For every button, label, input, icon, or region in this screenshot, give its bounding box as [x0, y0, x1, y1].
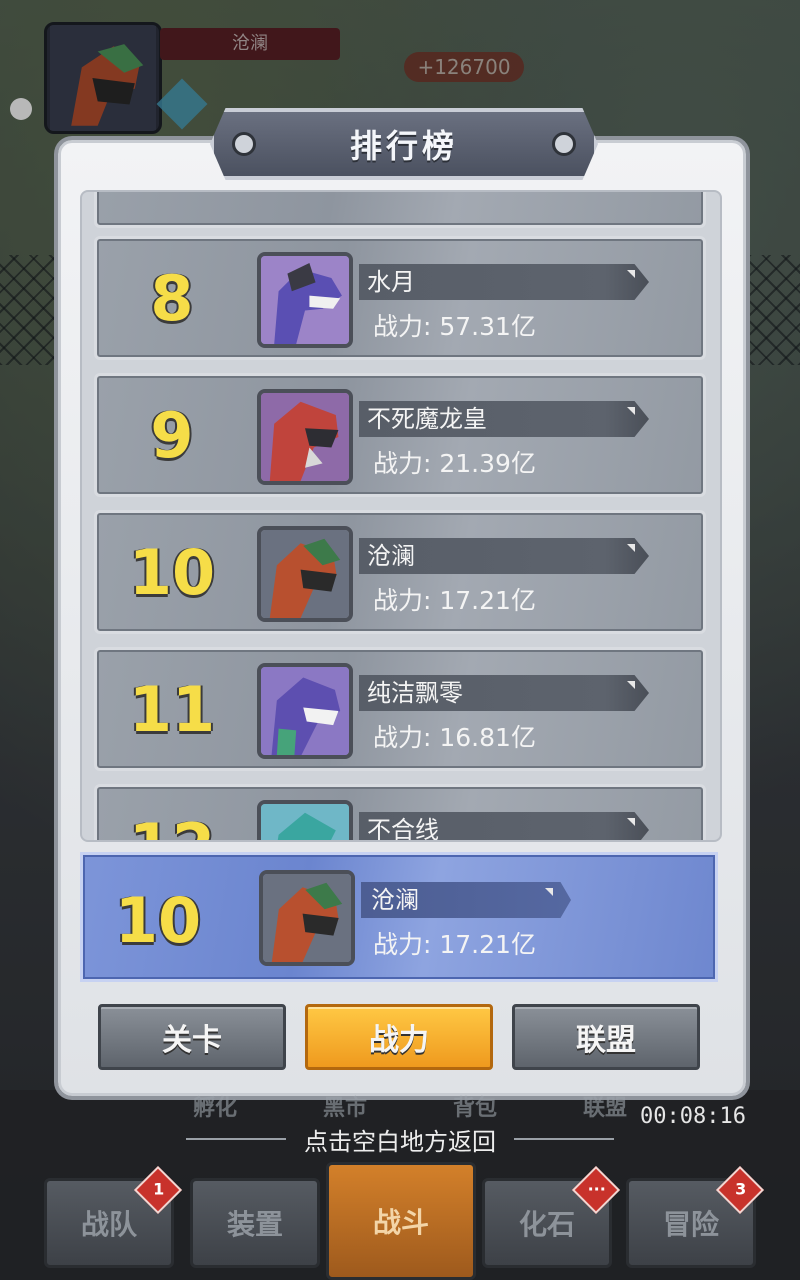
- divider: [186, 1138, 286, 1140]
- rank-number: 12: [97, 787, 247, 841]
- rank-number: 10: [128, 535, 216, 609]
- dinosaur-portrait-icon: [261, 667, 349, 755]
- ranking-row[interactable]: 12 不合线: [94, 784, 706, 842]
- dinosaur-portrait-icon: [261, 256, 349, 344]
- ranking-tabs: 关卡 战力 联盟: [98, 1004, 700, 1072]
- menu-black-market: 黑市: [322, 1096, 367, 1121]
- combat-power: 战力: 17.21亿: [373, 586, 536, 615]
- nav-label: 冒险: [662, 1208, 719, 1241]
- corner-tick-icon: [627, 270, 635, 278]
- nav-fossil[interactable]: 化石 ···: [482, 1165, 621, 1268]
- nav-label: 装置: [226, 1208, 283, 1241]
- my-avatar[interactable]: [259, 870, 355, 966]
- menu-bag: 背包: [452, 1096, 497, 1121]
- nav-team[interactable]: 战队 1: [44, 1165, 183, 1268]
- corner-tick-icon: [627, 407, 635, 415]
- notification-badge: ···: [571, 1165, 621, 1215]
- dinosaur-portrait-icon: [261, 804, 349, 840]
- leaderboard-title: 排行榜: [349, 127, 458, 165]
- nav-label: 化石: [518, 1208, 575, 1241]
- my-name: 沧澜: [371, 886, 419, 914]
- tab-stage[interactable]: 关卡: [98, 1004, 286, 1070]
- ranking-row[interactable]: [94, 192, 706, 228]
- bolt-icon: [552, 132, 576, 156]
- nav-label: 战斗: [372, 1206, 429, 1239]
- player-avatar[interactable]: [257, 800, 353, 840]
- nav-device[interactable]: 装置: [190, 1178, 320, 1268]
- ranking-list[interactable]: 8 水月 战力: 57.31亿 9 不死魔龙皇 战力: 21.39亿 10 沧澜…: [80, 190, 722, 842]
- notification-badge: 3: [715, 1165, 765, 1215]
- player-name: 纯洁飘零: [367, 679, 463, 707]
- my-combat-power: 战力: 17.21亿: [373, 930, 536, 959]
- rank-number: 8: [150, 261, 194, 335]
- menu-alliance: 联盟: [582, 1096, 627, 1121]
- ranking-row[interactable]: 9 不死魔龙皇 战力: 21.39亿: [94, 373, 706, 497]
- corner-tick-icon: [627, 818, 635, 826]
- ranking-row[interactable]: 10 沧澜 战力: 17.21亿: [94, 510, 706, 634]
- combat-power: 战力: 21.39亿: [373, 449, 536, 478]
- notification-badge: 1: [133, 1165, 183, 1215]
- background-menu: 孵化 黑市 背包 联盟: [150, 1090, 670, 1121]
- menu-hatch: 孵化: [192, 1096, 237, 1121]
- ranking-row[interactable]: 11 纯洁飘零 战力: 16.81亿: [94, 647, 706, 771]
- tab-alliance[interactable]: 联盟: [512, 1004, 700, 1070]
- rank-number: 11: [128, 672, 216, 746]
- my-rank-number: 10: [114, 883, 202, 957]
- nav-label: 战队: [80, 1208, 137, 1241]
- close-hint-text: 点击空白地方返回: [304, 1127, 496, 1156]
- corner-tick-icon: [627, 544, 635, 552]
- ranking-row[interactable]: 8 水月 战力: 57.31亿: [94, 236, 706, 360]
- rank-number: 9: [150, 398, 194, 472]
- player-avatar[interactable]: [257, 663, 353, 759]
- player-name: 沧澜: [367, 542, 415, 570]
- bottom-navigation: 战队 1 装置 战斗 化石 ··· 冒险 3: [0, 1162, 800, 1280]
- dinosaur-portrait-icon: [263, 874, 351, 962]
- nav-battle[interactable]: 战斗: [326, 1162, 476, 1280]
- corner-tick-icon: [627, 681, 635, 689]
- player-name: 水月: [367, 268, 415, 296]
- combat-power: 战力: 57.31亿: [373, 312, 536, 341]
- player-avatar[interactable]: [257, 252, 353, 348]
- close-hint[interactable]: 点击空白地方返回: [0, 1124, 800, 1156]
- tab-power[interactable]: 战力: [305, 1004, 493, 1070]
- leaderboard-title-plate: 排行榜: [210, 108, 598, 180]
- player-avatar[interactable]: [257, 389, 353, 485]
- my-rank-row[interactable]: 10 沧澜 战力: 17.21亿: [80, 852, 718, 982]
- dinosaur-portrait-icon: [261, 530, 349, 618]
- nav-adventure[interactable]: 冒险 3: [626, 1165, 765, 1268]
- player-name: 不合线: [367, 816, 439, 842]
- combat-power: 战力: 16.81亿: [373, 723, 536, 752]
- dinosaur-portrait-icon: [261, 393, 349, 481]
- corner-tick-icon: [545, 888, 553, 896]
- bolt-icon: [232, 132, 256, 156]
- player-name: 不死魔龙皇: [367, 405, 487, 433]
- divider: [514, 1138, 614, 1140]
- player-avatar[interactable]: [257, 526, 353, 622]
